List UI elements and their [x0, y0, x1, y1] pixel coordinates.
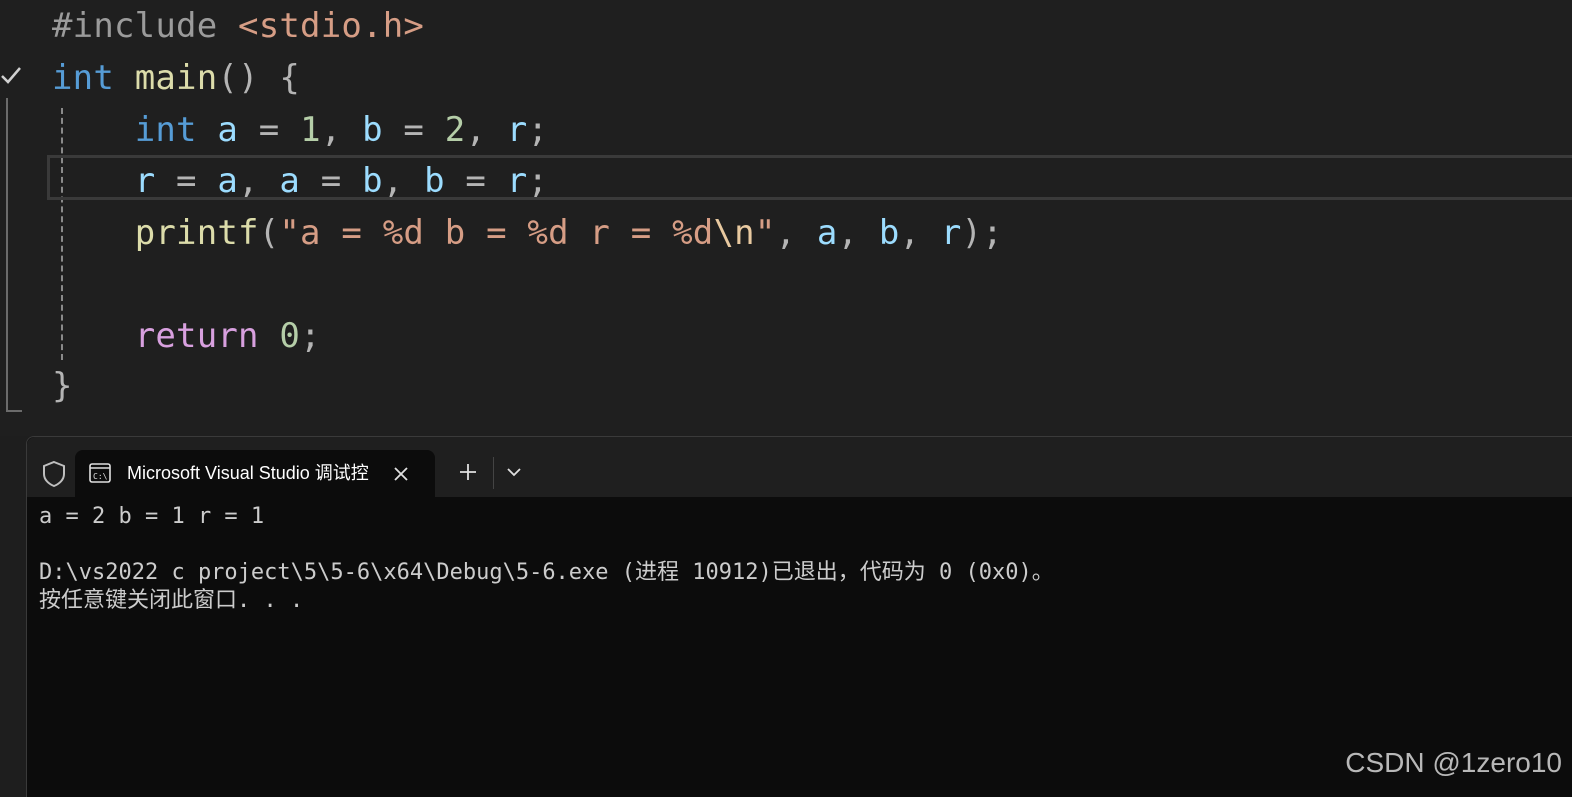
- code-token: printf: [134, 213, 259, 253]
- code-token: ,: [382, 161, 425, 201]
- code-token: =: [382, 110, 445, 150]
- code-token: r: [134, 161, 156, 201]
- fold-region-line: [6, 98, 8, 412]
- code-token: <stdio.h>: [238, 6, 425, 46]
- code-token: a: [816, 213, 838, 253]
- terminal-output-line: D:\vs2022 c project\5\5-6\x64\Debug\5-6.…: [39, 560, 1054, 585]
- code-token: =: [444, 161, 507, 201]
- code-token: ;: [527, 161, 549, 201]
- code-token: r: [506, 161, 528, 201]
- code-line[interactable]: printf("a = %d b = %d r = %d\n", a, b, r…: [52, 207, 1003, 259]
- code-token: ,: [465, 110, 507, 150]
- code-token: b: [424, 161, 445, 201]
- code-token: "a = %d b = %d r = %d: [279, 213, 714, 253]
- watermark: CSDN @1zero10: [1345, 747, 1562, 778]
- svg-text:C:\: C:\: [93, 472, 108, 481]
- code-token: ;: [527, 110, 549, 150]
- code-token: =: [238, 110, 301, 150]
- terminal-output-line: 按任意键关闭此窗口. . .: [39, 588, 304, 613]
- terminal-output[interactable]: a = 2 b = 1 r = 1 D:\vs2022 c project\5\5…: [39, 503, 1569, 615]
- terminal-tab-title: Microsoft Visual Studio 调试控: [127, 463, 369, 483]
- terminal-icon: C:\: [89, 463, 111, 483]
- code-token: 0: [279, 316, 301, 356]
- code-token: main: [134, 58, 218, 98]
- code-token: 2: [444, 110, 466, 150]
- plus-icon[interactable]: [457, 461, 479, 483]
- code-token: ,: [837, 213, 879, 253]
- code-token: b: [362, 161, 383, 201]
- code-token: }: [52, 366, 73, 406]
- close-icon[interactable]: [391, 464, 411, 484]
- code-token: 1: [300, 110, 321, 150]
- code-token: int: [52, 58, 115, 98]
- shield-icon[interactable]: [41, 460, 67, 488]
- code-token: ,: [775, 213, 817, 253]
- code-line[interactable]: #include <stdio.h>: [52, 0, 424, 52]
- tab-separator: [493, 457, 494, 489]
- code-line[interactable]: r = a, a = b, b = r;: [52, 155, 548, 207]
- code-token: a: [217, 161, 239, 201]
- code-token: int: [134, 110, 197, 150]
- code-line[interactable]: }: [52, 360, 73, 412]
- code-token: =: [300, 161, 363, 201]
- code-token: ,: [238, 161, 280, 201]
- code-token: ,: [320, 110, 363, 150]
- terminal-tab[interactable]: C:\ Microsoft Visual Studio 调试控: [75, 450, 435, 497]
- fold-region-end: [6, 410, 22, 412]
- code-token: (: [258, 213, 280, 253]
- code-token: r: [506, 110, 528, 150]
- code-token: ": [754, 213, 776, 253]
- code-token: return: [134, 316, 259, 356]
- chevron-down-icon[interactable]: [505, 465, 523, 479]
- code-line[interactable]: return 0;: [52, 310, 321, 362]
- code-token: a: [279, 161, 301, 201]
- terminal-window[interactable]: C:\ Microsoft Visual Studio 调试控 a = 2 b …: [26, 436, 1572, 797]
- code-token: #include: [52, 6, 239, 46]
- code-token: b: [362, 110, 383, 150]
- terminal-output-line: a = 2 b = 1 r = 1: [39, 504, 265, 529]
- code-line[interactable]: int main() {: [52, 52, 300, 104]
- code-token: {: [279, 58, 301, 98]
- code-editor[interactable]: #include <stdio.h> int main() { int a = 1…: [0, 0, 1572, 436]
- code-line[interactable]: int a = 1, b = 2, r;: [52, 104, 548, 156]
- code-token: =: [155, 161, 218, 201]
- code-token: );: [961, 213, 1003, 253]
- code-token: (): [217, 58, 280, 98]
- code-token: r: [940, 213, 962, 253]
- code-token: a: [217, 110, 239, 150]
- check-icon: [1, 67, 21, 84]
- code-token: \n: [713, 213, 755, 253]
- code-token: b: [878, 213, 900, 253]
- code-token: ,: [899, 213, 941, 253]
- code-token: ;: [300, 316, 321, 356]
- terminal-tab-bar: C:\ Microsoft Visual Studio 调试控: [27, 437, 1572, 497]
